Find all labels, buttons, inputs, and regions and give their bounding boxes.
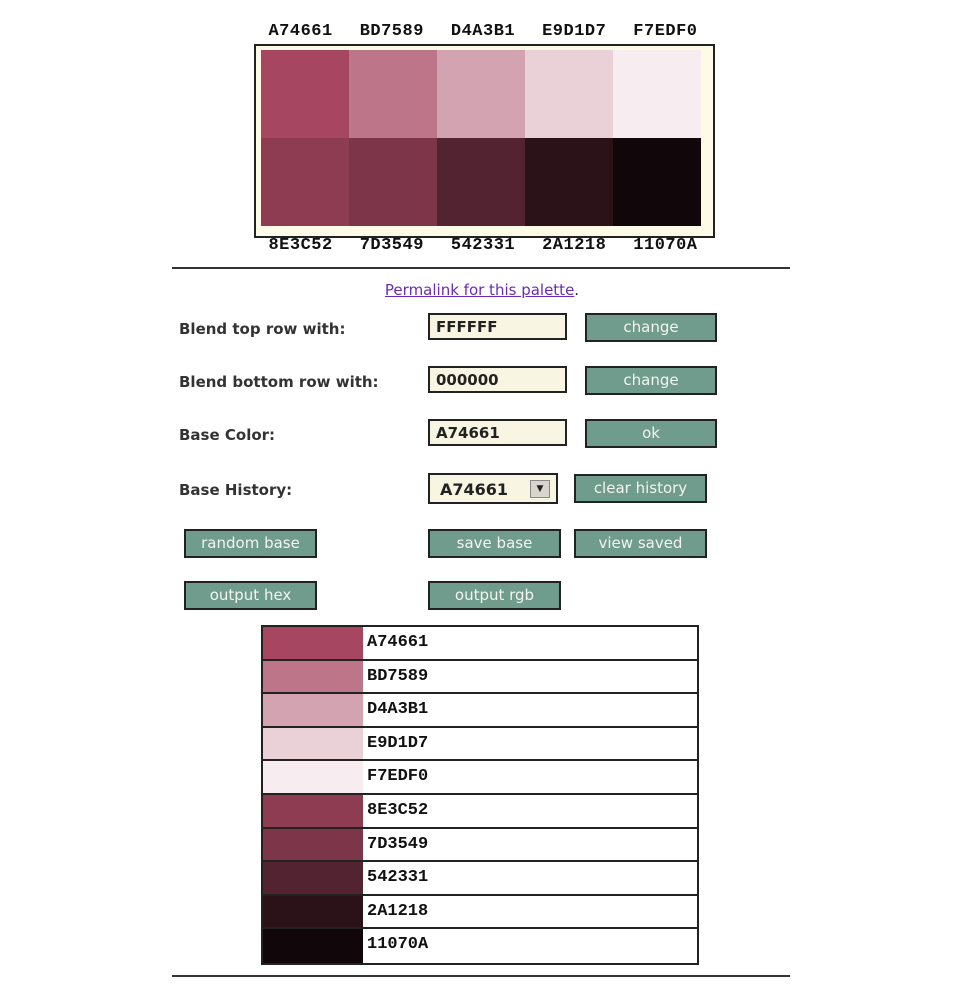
- divider: [172, 975, 790, 977]
- list-hex: 2A1218: [367, 901, 429, 921]
- bottom-hex-label: 542331: [450, 236, 516, 255]
- base-color-label: Base Color:: [179, 426, 276, 444]
- bottom-hex-label: 2A1218: [542, 236, 607, 255]
- base-history-label: Base History:: [179, 481, 293, 499]
- palette-swatch[interactable]: [349, 138, 437, 226]
- bottom-row-hex-labels: 8E3C52 7D3549 542331 2A1218 11070A: [255, 236, 711, 255]
- top-hex-label: BD7589: [359, 22, 424, 41]
- palette-swatch[interactable]: [525, 50, 613, 138]
- save-base-button[interactable]: save base: [428, 529, 561, 558]
- hex-output-list: A74661 BD7589 D4A3B1 E9D1D7 F7EDF0 8E3C5…: [261, 625, 699, 965]
- palette-swatch[interactable]: [437, 50, 525, 138]
- palette-swatch[interactable]: [437, 138, 525, 226]
- list-hex: 11070A: [367, 935, 429, 955]
- list-item: 542331: [263, 862, 697, 896]
- base-history-selected: A74661: [440, 480, 509, 499]
- view-saved-button[interactable]: view saved: [574, 529, 707, 558]
- base-color-input[interactable]: [428, 419, 567, 446]
- output-hex-button[interactable]: output hex: [184, 581, 317, 610]
- base-color-ok-button[interactable]: ok: [585, 419, 717, 448]
- top-hex-label: D4A3B1: [450, 22, 516, 41]
- list-hex: 8E3C52: [367, 800, 429, 820]
- list-hex: BD7589: [367, 666, 429, 686]
- list-item: 2A1218: [263, 895, 697, 930]
- random-base-button[interactable]: random base: [184, 529, 317, 558]
- list-item: BD7589: [263, 660, 697, 695]
- list-item: 11070A: [263, 929, 697, 963]
- list-swatch: [263, 828, 363, 861]
- clear-history-button[interactable]: clear history: [574, 474, 707, 503]
- list-hex: A74661: [367, 633, 429, 652]
- permalink-suffix: .: [574, 281, 580, 299]
- list-hex: 7D3549: [367, 834, 429, 854]
- output-rgb-button[interactable]: output rgb: [428, 581, 561, 610]
- bottom-hex-label: 8E3C52: [268, 236, 333, 255]
- list-swatch: [263, 727, 363, 760]
- blend-bottom-change-button[interactable]: change: [585, 366, 717, 395]
- list-item: 7D3549: [263, 828, 697, 863]
- blend-bottom-input[interactable]: [428, 366, 567, 393]
- list-swatch: [263, 862, 363, 894]
- list-hex: D4A3B1: [367, 700, 429, 720]
- list-swatch: [263, 929, 363, 963]
- list-item: 8E3C52: [263, 794, 697, 829]
- palette-swatch[interactable]: [261, 50, 349, 138]
- palette-swatch[interactable]: [613, 138, 701, 226]
- list-hex: E9D1D7: [367, 733, 429, 753]
- list-hex: F7EDF0: [367, 767, 429, 787]
- top-hex-label: A74661: [268, 22, 333, 41]
- palette-swatch[interactable]: [261, 138, 349, 226]
- palette-grid-frame: [254, 44, 715, 238]
- top-hex-label: F7EDF0: [633, 22, 698, 41]
- divider: [172, 267, 790, 269]
- list-hex: 542331: [367, 868, 429, 888]
- top-row-hex-labels: A74661 BD7589 D4A3B1 E9D1D7 F7EDF0: [255, 22, 711, 41]
- list-swatch: [263, 794, 363, 827]
- blend-bottom-label: Blend bottom row with:: [179, 373, 379, 391]
- list-item: A74661: [263, 627, 697, 661]
- list-swatch: [263, 660, 363, 693]
- list-swatch: [263, 761, 363, 793]
- base-history-select[interactable]: A74661 ▼: [428, 473, 558, 504]
- list-swatch: [263, 895, 363, 928]
- palette-swatch[interactable]: [349, 50, 437, 138]
- bottom-hex-label: 11070A: [633, 236, 698, 255]
- list-item: D4A3B1: [263, 694, 697, 728]
- chevron-down-icon[interactable]: ▼: [530, 480, 550, 498]
- blend-top-label: Blend top row with:: [179, 320, 346, 338]
- list-swatch: [263, 627, 363, 659]
- palette-grid: [261, 50, 711, 226]
- palette-swatch[interactable]: [525, 138, 613, 226]
- list-item: E9D1D7: [263, 727, 697, 762]
- bottom-hex-label: 7D3549: [359, 236, 424, 255]
- blend-top-input[interactable]: [428, 313, 567, 340]
- top-hex-label: E9D1D7: [542, 22, 607, 41]
- permalink-link[interactable]: Permalink for this palette: [385, 281, 574, 299]
- blend-top-change-button[interactable]: change: [585, 313, 717, 342]
- list-swatch: [263, 694, 363, 726]
- permalink-line: Permalink for this palette.: [0, 281, 964, 299]
- list-item: F7EDF0: [263, 761, 697, 795]
- palette-swatch[interactable]: [613, 50, 701, 138]
